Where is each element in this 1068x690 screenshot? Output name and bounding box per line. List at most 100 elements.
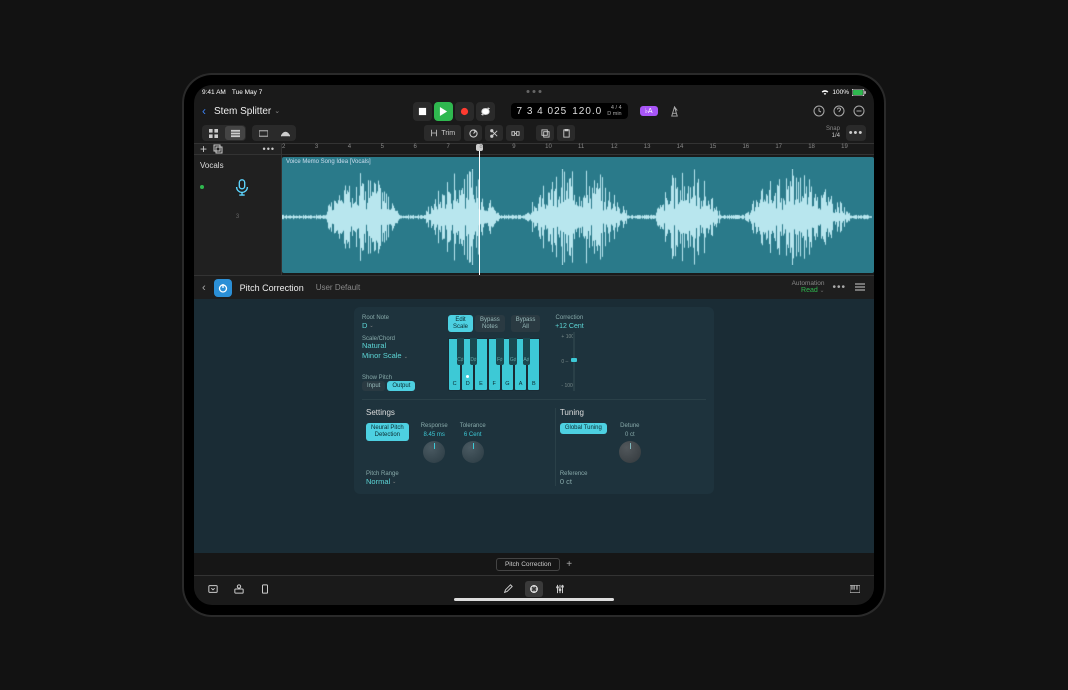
join-tool[interactable] [506,125,524,141]
track-more-button[interactable]: ••• [263,144,275,154]
track-header[interactable]: Vocals 3 [194,155,281,275]
keyboard-button[interactable] [846,581,864,597]
tempo-display: 120.0 [572,106,602,117]
key-badge[interactable]: ♭A [640,106,658,116]
history-button[interactable] [812,104,826,118]
black-key-Gs[interactable]: G♯ [509,338,516,365]
show-pitch-output[interactable]: Output [387,381,415,392]
plugin-back-button[interactable]: ‹ [202,282,206,294]
settings-button[interactable] [852,104,866,118]
show-pitch-input[interactable]: Input [362,381,385,392]
edit-scale-button[interactable]: Edit Scale [448,315,473,332]
tolerance-label: Tolerance [460,423,486,429]
edit-button[interactable] [499,581,517,597]
browser-button[interactable] [230,581,248,597]
back-button[interactable]: ‹ [202,104,206,118]
chevron-down-icon: ⌄ [274,107,280,115]
black-key-Cs[interactable]: C♯ [457,338,464,365]
automation-view-button[interactable] [275,126,295,140]
more-button[interactable]: ••• [846,125,866,141]
loop-tool[interactable] [464,125,482,141]
track-number: 3 [200,214,275,220]
ruler-tick: 9 [512,144,515,150]
bypass-all-button[interactable]: Bypass All [511,315,541,332]
duplicate-track-button[interactable] [213,144,223,154]
plugin-view-button[interactable] [525,581,543,597]
mixer-button[interactable] [551,581,569,597]
ruler-tick: 8 [479,144,482,150]
record-button[interactable] [455,102,474,121]
detune-knob[interactable] [619,441,641,463]
toolbar: Trim Snap 1/4 ••• [194,123,874,143]
settings-title: Settings [366,408,551,417]
plugin-power-button[interactable] [214,279,232,297]
paste-button[interactable] [557,125,575,141]
root-note-select[interactable]: D⌄ [362,321,436,330]
position-display: 7 3 4 025 [517,106,568,117]
response-knob[interactable] [423,441,445,463]
automation-mode[interactable]: Automation Read ⌄ [792,280,825,295]
ruler-tick: 15 [710,144,717,150]
ruler-tick: 5 [381,144,384,150]
neural-pitch-button[interactable]: Neural Pitch Detection [366,423,409,440]
stop-button[interactable] [413,102,432,121]
split-tool[interactable] [485,125,503,141]
cycle-button[interactable] [476,102,495,121]
microphone-icon [233,178,251,196]
ruler-tick: 10 [545,144,552,150]
ruler-tick: 2 [282,144,285,150]
status-date: Tue May 7 [232,89,262,96]
keyboard[interactable]: CDEFGABC♯D♯F♯G♯A♯ [448,338,540,391]
metronome-icon[interactable] [669,106,680,117]
status-time: 9:41 AM [202,89,226,96]
help-button[interactable] [832,104,846,118]
add-plugin-button[interactable]: + [566,559,572,570]
track-name: Vocals [200,161,275,170]
lcd-display[interactable]: 7 3 4 025 120.0 4 / 4 D min [511,103,628,119]
tolerance-knob[interactable] [462,441,484,463]
black-key-As[interactable]: A♯ [523,338,530,365]
plugin-strip: Pitch Correction + [194,553,874,575]
ruler-tick: 14 [677,144,684,150]
add-track-button[interactable]: + [200,142,207,156]
reference-value: 0 ct [560,477,702,486]
ruler-tick: 11 [578,144,584,150]
pitch-range-select[interactable]: Normal⌄ [366,477,551,486]
list-view-button[interactable] [225,126,245,140]
correction-slider[interactable]: + 100 0 – - 100 [561,332,577,391]
bypass-notes-button[interactable]: Bypass Notes [475,315,505,332]
correction-label: Correction [556,315,584,321]
status-bar: 9:41 AM Tue May 7 100% [194,85,874,99]
correction-value: +12 Cent [555,323,584,330]
black-key-Ds[interactable]: D♯ [470,338,477,365]
inspector-button[interactable] [256,581,274,597]
grid-view-button[interactable] [203,126,223,140]
multitask-dots[interactable] [527,90,542,93]
play-button[interactable] [434,102,453,121]
black-key-Fs[interactable]: F♯ [496,338,503,365]
battery-icon [852,89,866,96]
ruler[interactable]: + ••• 2345678910111213141516171819 [194,143,874,155]
tracks-area: Vocals 3 Voice Memo Song Idea [Vocals] [194,155,874,275]
global-tuning-button[interactable]: Global Tuning [560,423,607,434]
copy-button[interactable] [536,125,554,141]
detune-value: 0 ct [625,432,635,438]
home-indicator[interactable] [454,598,614,601]
ruler-tick: 3 [315,144,318,150]
plugin-menu-button[interactable] [854,279,866,297]
scale-select[interactable]: NaturalMinor Scale ⌄ [362,342,436,361]
trim-tool[interactable]: Trim [424,125,461,141]
app-header: ‹ Stem Splitter ⌄ 7 3 4 025 120.0 4 / 4 … [194,99,874,123]
audio-region[interactable]: Voice Memo Song Idea [Vocals] [282,157,874,273]
library-button[interactable] [204,581,222,597]
tracks-view-button[interactable] [253,126,273,140]
plugin-more-button[interactable]: ••• [832,282,846,293]
ruler-tick: 19 [841,144,848,150]
plugin-slot[interactable]: Pitch Correction [496,558,560,571]
plugin-preset[interactable]: User Default [316,283,360,292]
ruler-tick: 13 [644,144,651,150]
detune-label: Detune [620,423,639,429]
battery-percent: 100% [832,89,849,96]
project-title[interactable]: Stem Splitter ⌄ [214,106,280,117]
wifi-icon [821,89,829,95]
